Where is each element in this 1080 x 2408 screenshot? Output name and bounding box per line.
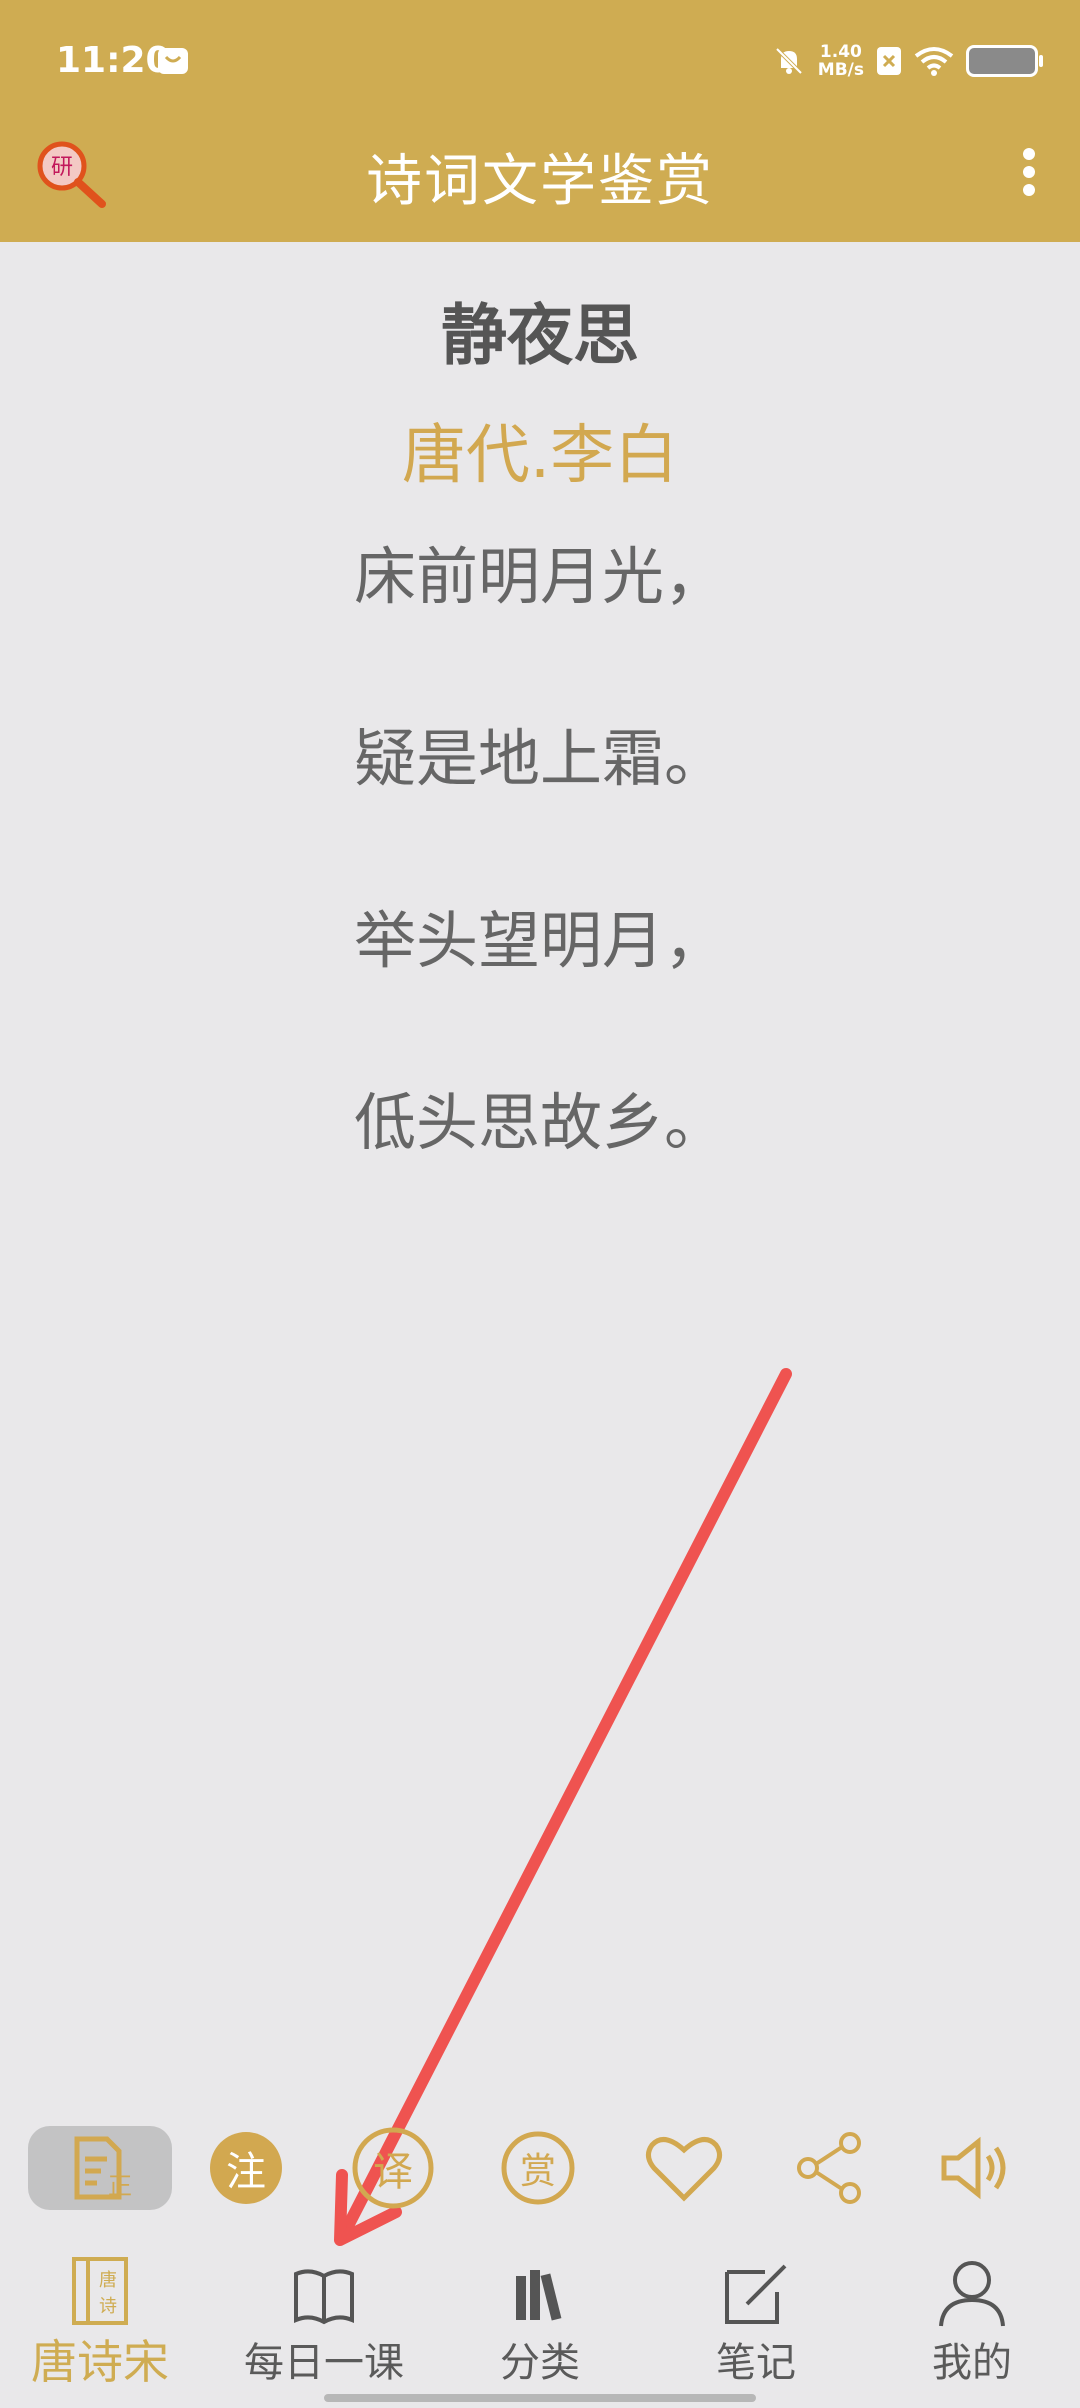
tab-notes[interactable]: 笔记: [656, 2250, 856, 2390]
tang-poem-book-icon: 唐 诗: [72, 2257, 128, 2325]
tab-label: 每日一课: [244, 2340, 404, 2386]
translate-label: 译: [373, 2149, 413, 2195]
speaker-icon: [941, 2136, 1006, 2200]
appreciate-button[interactable]: 赏: [500, 2126, 576, 2210]
open-book-icon: [294, 2269, 354, 2325]
books-icon: [516, 2270, 562, 2321]
poem-title: 静夜思: [441, 297, 639, 374]
user-profile-icon: [939, 2261, 1005, 2327]
notification-icon: [158, 48, 188, 74]
audio-button[interactable]: [936, 2126, 1016, 2210]
poem-line: 疑是地上霜。: [353, 722, 726, 795]
share-button[interactable]: [794, 2126, 868, 2210]
tab-daily-lesson[interactable]: 每日一课: [224, 2250, 424, 2390]
tab-mine[interactable]: 我的: [872, 2250, 1072, 2390]
tab-icon-text-top: 唐: [99, 2270, 117, 2291]
share-icon: [797, 2132, 861, 2204]
poem-toolbar: 正 注 译 赏: [0, 2126, 1080, 2214]
poem-lines: 床前明月光， 疑是地上霜。 举头望明月， 低头思故乡。: [0, 532, 1080, 1260]
mute-bell-icon: [775, 47, 803, 75]
wifi-icon: [914, 47, 954, 76]
tab-label: 唐诗宋: [31, 2335, 169, 2389]
poem-line: 床前明月光，: [353, 540, 726, 613]
net-speed-unit: MB/s: [817, 60, 864, 80]
tab-tang-poems[interactable]: 唐 诗 唐诗宋: [0, 2250, 200, 2390]
net-speed-value: 1.40: [819, 42, 862, 62]
translate-button[interactable]: 译: [350, 2126, 436, 2210]
edit-note-icon: [725, 2264, 787, 2324]
more-vert-icon: [1023, 148, 1035, 196]
status-time: 11:20: [56, 40, 171, 81]
tab-label: 分类: [500, 2340, 580, 2386]
more-options-button[interactable]: [1014, 142, 1044, 202]
home-indicator[interactable]: [324, 2394, 756, 2402]
original-text-button[interactable]: 正: [28, 2126, 172, 2210]
correct-badge: 正: [108, 2172, 132, 2200]
app-header: 11:20 1.40 MB/s 研 诗词文学鉴赏: [0, 0, 1080, 242]
status-icons: 1.40 MB/s: [772, 40, 1043, 82]
bottom-tab-bar: 唐 诗 唐诗宋 每日一课 分类 笔记 我的: [0, 2250, 1080, 2400]
poem-line: 举头望明月，: [353, 904, 726, 977]
heart-icon: [646, 2137, 722, 2202]
poem-line: 低头思故乡。: [353, 1086, 726, 1159]
network-speed: 1.40 MB/s: [818, 43, 864, 79]
app-title: 诗词文学鉴赏: [366, 149, 714, 214]
annotate-label: 注: [226, 2149, 266, 2195]
battery-icon: [966, 45, 1043, 77]
tab-label: 我的: [932, 2340, 1012, 2386]
annotate-button[interactable]: 注: [208, 2126, 284, 2210]
tab-label: 笔记: [716, 2340, 796, 2386]
tab-categories[interactable]: 分类: [440, 2250, 640, 2390]
sim-icon: [877, 47, 901, 75]
favorite-button[interactable]: [644, 2126, 724, 2210]
appreciate-label: 赏: [519, 2151, 556, 2192]
poem-author: 唐代.李白: [401, 419, 679, 493]
tab-icon-text-bottom: 诗: [99, 2296, 117, 2317]
